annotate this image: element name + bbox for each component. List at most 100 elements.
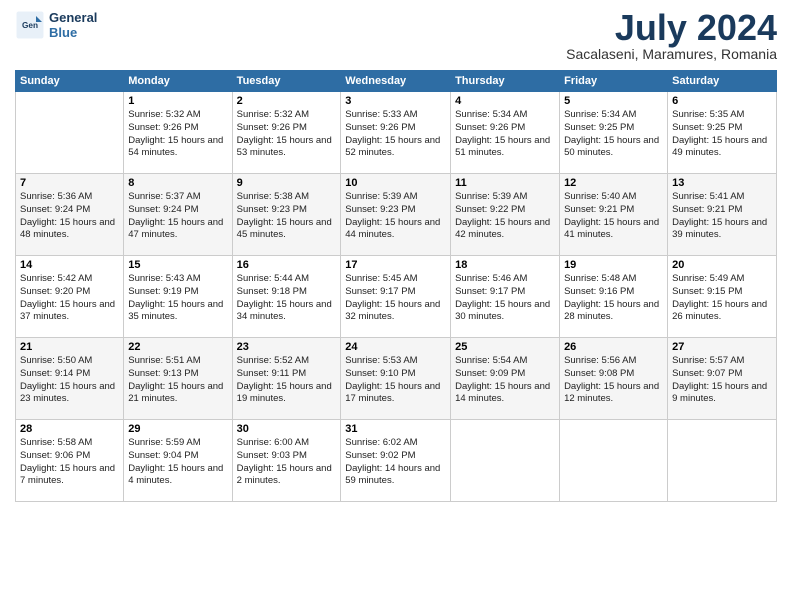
calendar-cell: 30 Sunrise: 6:00 AM Sunset: 9:03 PM Dayli… bbox=[232, 420, 341, 502]
day-number: 23 bbox=[237, 341, 337, 353]
calendar-cell: 4 Sunrise: 5:34 AM Sunset: 9:26 PM Daylig… bbox=[451, 92, 560, 174]
title-block: July 2024 Sacalaseni, Maramures, Romania bbox=[566, 10, 777, 62]
calendar-cell: 8 Sunrise: 5:37 AM Sunset: 9:24 PM Daylig… bbox=[124, 174, 232, 256]
day-info: Sunrise: 5:43 AM Sunset: 9:19 PM Dayligh… bbox=[128, 273, 227, 324]
day-number: 9 bbox=[237, 177, 337, 189]
calendar-week-1: 1 Sunrise: 5:32 AM Sunset: 9:26 PM Daylig… bbox=[16, 92, 777, 174]
day-info: Sunrise: 5:44 AM Sunset: 9:18 PM Dayligh… bbox=[237, 273, 337, 324]
day-number: 7 bbox=[20, 177, 119, 189]
day-number: 11 bbox=[455, 177, 555, 189]
calendar-header-sunday: Sunday bbox=[16, 71, 124, 92]
calendar-cell: 28 Sunrise: 5:58 AM Sunset: 9:06 PM Dayli… bbox=[16, 420, 124, 502]
day-info: Sunrise: 5:45 AM Sunset: 9:17 PM Dayligh… bbox=[345, 273, 446, 324]
day-number: 8 bbox=[128, 177, 227, 189]
calendar-header-saturday: Saturday bbox=[668, 71, 777, 92]
day-info: Sunrise: 5:42 AM Sunset: 9:20 PM Dayligh… bbox=[20, 273, 119, 324]
day-info: Sunrise: 5:56 AM Sunset: 9:08 PM Dayligh… bbox=[564, 355, 663, 406]
calendar-cell bbox=[16, 92, 124, 174]
calendar-header-friday: Friday bbox=[560, 71, 668, 92]
day-info: Sunrise: 5:34 AM Sunset: 9:25 PM Dayligh… bbox=[564, 109, 663, 160]
day-number: 17 bbox=[345, 259, 446, 271]
day-number: 10 bbox=[345, 177, 446, 189]
calendar-week-4: 21Sunrise: 5:50 AM Sunset: 9:14 PM Dayli… bbox=[16, 338, 777, 420]
day-number: 19 bbox=[564, 259, 663, 271]
day-info: Sunrise: 5:48 AM Sunset: 9:16 PM Dayligh… bbox=[564, 273, 663, 324]
calendar-table: SundayMondayTuesdayWednesdayThursdayFrid… bbox=[15, 70, 777, 502]
day-number: 25 bbox=[455, 341, 555, 353]
calendar-week-2: 7 Sunrise: 5:36 AM Sunset: 9:24 PM Daylig… bbox=[16, 174, 777, 256]
day-number: 4 bbox=[455, 95, 555, 107]
calendar-cell: 13Sunrise: 5:41 AM Sunset: 9:21 PM Dayli… bbox=[668, 174, 777, 256]
day-number: 27 bbox=[672, 341, 772, 353]
day-info: Sunrise: 5:34 AM Sunset: 9:26 PM Dayligh… bbox=[455, 109, 555, 160]
calendar-cell: 9 Sunrise: 5:38 AM Sunset: 9:23 PM Daylig… bbox=[232, 174, 341, 256]
calendar-week-3: 14 Sunrise: 5:42 AM Sunset: 9:20 PM Dayli… bbox=[16, 256, 777, 338]
day-info: Sunrise: 5:32 AM Sunset: 9:26 PM Dayligh… bbox=[128, 109, 227, 160]
calendar-cell: 29 Sunrise: 5:59 AM Sunset: 9:04 PM Dayli… bbox=[124, 420, 232, 502]
calendar-cell: 2 Sunrise: 5:32 AM Sunset: 9:26 PM Daylig… bbox=[232, 92, 341, 174]
day-info: Sunrise: 5:59 AM Sunset: 9:04 PM Dayligh… bbox=[128, 437, 227, 488]
day-info: Sunrise: 5:40 AM Sunset: 9:21 PM Dayligh… bbox=[564, 191, 663, 242]
day-number: 31 bbox=[345, 423, 446, 435]
calendar-cell: 10 Sunrise: 5:39 AM Sunset: 9:23 PM Dayli… bbox=[341, 174, 451, 256]
day-number: 14 bbox=[20, 259, 119, 271]
day-info: Sunrise: 6:02 AM Sunset: 9:02 PM Dayligh… bbox=[345, 437, 446, 488]
calendar-cell: 21Sunrise: 5:50 AM Sunset: 9:14 PM Dayli… bbox=[16, 338, 124, 420]
day-number: 3 bbox=[345, 95, 446, 107]
calendar-cell: 31 Sunrise: 6:02 AM Sunset: 9:02 PM Dayli… bbox=[341, 420, 451, 502]
day-info: Sunrise: 5:32 AM Sunset: 9:26 PM Dayligh… bbox=[237, 109, 337, 160]
day-info: Sunrise: 5:37 AM Sunset: 9:24 PM Dayligh… bbox=[128, 191, 227, 242]
day-number: 22 bbox=[128, 341, 227, 353]
calendar-cell: 17 Sunrise: 5:45 AM Sunset: 9:17 PM Dayli… bbox=[341, 256, 451, 338]
day-info: Sunrise: 5:53 AM Sunset: 9:10 PM Dayligh… bbox=[345, 355, 446, 406]
location-subtitle: Sacalaseni, Maramures, Romania bbox=[566, 46, 777, 62]
svg-text:Gen: Gen bbox=[22, 21, 38, 30]
calendar-cell: 22 Sunrise: 5:51 AM Sunset: 9:13 PM Dayli… bbox=[124, 338, 232, 420]
day-number: 29 bbox=[128, 423, 227, 435]
day-number: 6 bbox=[672, 95, 772, 107]
day-info: Sunrise: 5:52 AM Sunset: 9:11 PM Dayligh… bbox=[237, 355, 337, 406]
day-number: 30 bbox=[237, 423, 337, 435]
logo-text: General Blue bbox=[49, 10, 97, 40]
calendar-header-tuesday: Tuesday bbox=[232, 71, 341, 92]
day-info: Sunrise: 5:54 AM Sunset: 9:09 PM Dayligh… bbox=[455, 355, 555, 406]
day-number: 1 bbox=[128, 95, 227, 107]
calendar-cell: 7 Sunrise: 5:36 AM Sunset: 9:24 PM Daylig… bbox=[16, 174, 124, 256]
day-number: 5 bbox=[564, 95, 663, 107]
calendar-cell: 3 Sunrise: 5:33 AM Sunset: 9:26 PM Daylig… bbox=[341, 92, 451, 174]
calendar-cell bbox=[668, 420, 777, 502]
month-title: July 2024 bbox=[566, 10, 777, 46]
day-info: Sunrise: 5:46 AM Sunset: 9:17 PM Dayligh… bbox=[455, 273, 555, 324]
calendar-cell: 19 Sunrise: 5:48 AM Sunset: 9:16 PM Dayli… bbox=[560, 256, 668, 338]
day-number: 28 bbox=[20, 423, 119, 435]
day-info: Sunrise: 5:39 AM Sunset: 9:22 PM Dayligh… bbox=[455, 191, 555, 242]
calendar-header-row: SundayMondayTuesdayWednesdayThursdayFrid… bbox=[16, 71, 777, 92]
day-info: Sunrise: 5:33 AM Sunset: 9:26 PM Dayligh… bbox=[345, 109, 446, 160]
calendar-page: Gen General Blue July 2024 Sacalaseni, M… bbox=[0, 0, 792, 612]
calendar-cell: 16Sunrise: 5:44 AM Sunset: 9:18 PM Dayli… bbox=[232, 256, 341, 338]
calendar-cell: 24Sunrise: 5:53 AM Sunset: 9:10 PM Dayli… bbox=[341, 338, 451, 420]
day-info: Sunrise: 5:58 AM Sunset: 9:06 PM Dayligh… bbox=[20, 437, 119, 488]
calendar-cell bbox=[560, 420, 668, 502]
calendar-cell: 5 Sunrise: 5:34 AM Sunset: 9:25 PM Daylig… bbox=[560, 92, 668, 174]
calendar-cell: 25 Sunrise: 5:54 AM Sunset: 9:09 PM Dayli… bbox=[451, 338, 560, 420]
calendar-cell: 20Sunrise: 5:49 AM Sunset: 9:15 PM Dayli… bbox=[668, 256, 777, 338]
day-info: Sunrise: 6:00 AM Sunset: 9:03 PM Dayligh… bbox=[237, 437, 337, 488]
day-info: Sunrise: 5:36 AM Sunset: 9:24 PM Dayligh… bbox=[20, 191, 119, 242]
day-number: 2 bbox=[237, 95, 337, 107]
day-info: Sunrise: 5:35 AM Sunset: 9:25 PM Dayligh… bbox=[672, 109, 772, 160]
day-info: Sunrise: 5:39 AM Sunset: 9:23 PM Dayligh… bbox=[345, 191, 446, 242]
day-number: 12 bbox=[564, 177, 663, 189]
calendar-cell: 11 Sunrise: 5:39 AM Sunset: 9:22 PM Dayli… bbox=[451, 174, 560, 256]
calendar-cell: 27 Sunrise: 5:57 AM Sunset: 9:07 PM Dayli… bbox=[668, 338, 777, 420]
calendar-cell: 15Sunrise: 5:43 AM Sunset: 9:19 PM Dayli… bbox=[124, 256, 232, 338]
day-number: 20 bbox=[672, 259, 772, 271]
day-info: Sunrise: 5:57 AM Sunset: 9:07 PM Dayligh… bbox=[672, 355, 772, 406]
page-header: Gen General Blue July 2024 Sacalaseni, M… bbox=[15, 10, 777, 62]
day-number: 21 bbox=[20, 341, 119, 353]
day-info: Sunrise: 5:51 AM Sunset: 9:13 PM Dayligh… bbox=[128, 355, 227, 406]
calendar-header-thursday: Thursday bbox=[451, 71, 560, 92]
calendar-cell: 1 Sunrise: 5:32 AM Sunset: 9:26 PM Daylig… bbox=[124, 92, 232, 174]
day-info: Sunrise: 5:38 AM Sunset: 9:23 PM Dayligh… bbox=[237, 191, 337, 242]
calendar-cell: 14 Sunrise: 5:42 AM Sunset: 9:20 PM Dayli… bbox=[16, 256, 124, 338]
